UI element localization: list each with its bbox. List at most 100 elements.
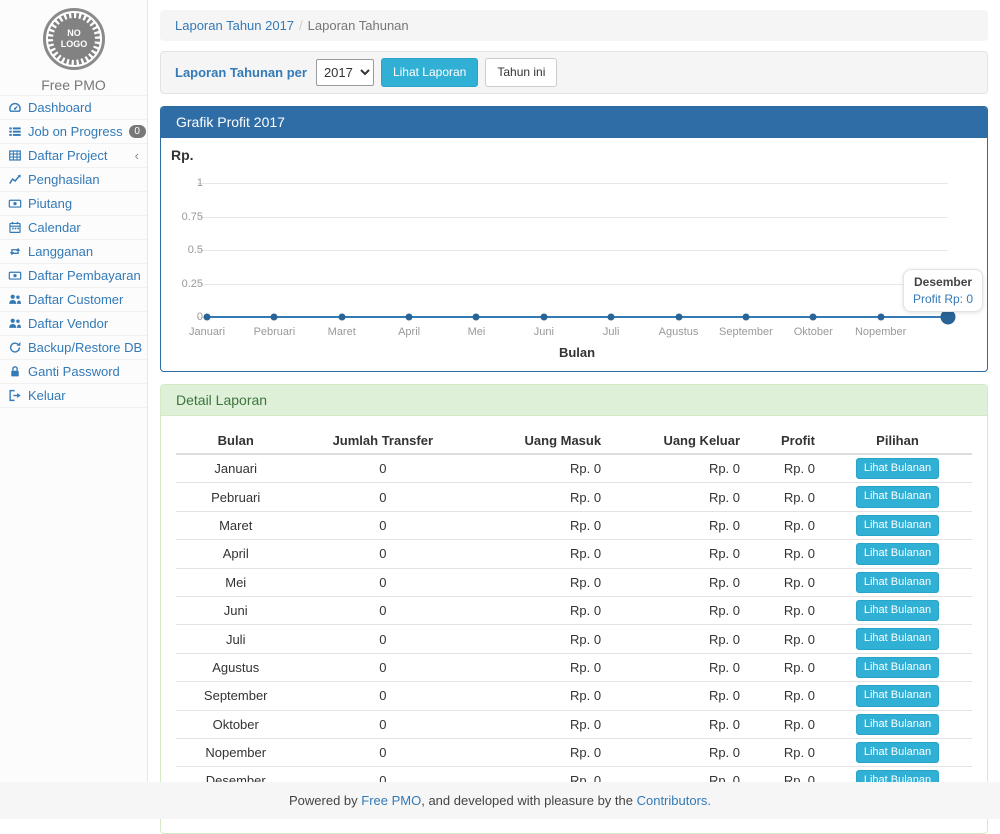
exchange-icon	[8, 245, 22, 258]
table-cell: 0	[295, 483, 470, 511]
table-cell: Rp. 0	[470, 738, 609, 766]
sidebar-item-piutang[interactable]: Piutang	[0, 192, 147, 216]
table-cell: Rp. 0	[748, 653, 823, 681]
sidebar-item-label: Daftar Vendor	[28, 316, 108, 331]
table-cell: Rp. 0	[470, 710, 609, 738]
table-icon	[8, 149, 22, 162]
monthly-report-table: BulanJumlah TransferUang MasukUang Kelua…	[176, 428, 972, 819]
table-header-row: BulanJumlah TransferUang MasukUang Kelua…	[176, 428, 972, 454]
column-header-uang-keluar: Uang Keluar	[609, 428, 748, 454]
chart-point[interactable]	[742, 314, 749, 321]
view-monthly-button[interactable]: Lihat Bulanan	[856, 486, 939, 507]
chart-y-tick-label: 0.75	[171, 211, 203, 223]
sidebar-item-job-on-progress[interactable]: Job on Progress0	[0, 120, 147, 144]
chart-x-tick-label: Nopember	[855, 326, 906, 338]
table-cell: Rp. 0	[470, 511, 609, 539]
sidebar-item-backup-restore-db[interactable]: Backup/Restore DB	[0, 336, 147, 360]
chart-point[interactable]	[608, 314, 615, 321]
table-cell-action: Lihat Bulanan	[823, 483, 972, 511]
chart-point[interactable]	[406, 314, 413, 321]
sidebar: NO LOGO Free PMO DashboardJob on Progres…	[0, 0, 148, 782]
view-monthly-button[interactable]: Lihat Bulanan	[856, 515, 939, 536]
table-row: Nopember0Rp. 0Rp. 0Rp. 0Lihat Bulanan	[176, 738, 972, 766]
footer-text-prefix: Powered by	[289, 793, 361, 808]
table-cell: Rp. 0	[609, 511, 748, 539]
table-cell: 0	[295, 653, 470, 681]
sidebar-item-label: Langganan	[28, 244, 93, 259]
table-cell: Rp. 0	[609, 710, 748, 738]
free-pmo-link[interactable]: Free PMO	[361, 793, 421, 808]
table-cell-action: Lihat Bulanan	[823, 511, 972, 539]
chart-x-tick-label: September	[719, 326, 773, 338]
view-monthly-button[interactable]: Lihat Bulanan	[856, 628, 939, 649]
sidebar-item-calendar[interactable]: Calendar	[0, 216, 147, 240]
table-cell: Pebruari	[176, 483, 295, 511]
view-monthly-button[interactable]: Lihat Bulanan	[856, 458, 939, 479]
sidebar-item-langganan[interactable]: Langganan	[0, 240, 147, 264]
chart-point[interactable]	[675, 314, 682, 321]
view-monthly-button[interactable]: Lihat Bulanan	[856, 714, 939, 735]
table-cell: Rp. 0	[748, 682, 823, 710]
chevron-left-icon: ‹	[135, 148, 139, 163]
list-icon	[8, 125, 22, 138]
sidebar-item-daftar-vendor[interactable]: Daftar Vendor	[0, 312, 147, 336]
sidebar-item-ganti-password[interactable]: Ganti Password	[0, 360, 147, 384]
chart-point[interactable]	[271, 314, 278, 321]
this-year-button[interactable]: Tahun ini	[485, 58, 557, 87]
chart-x-tick-label: April	[398, 326, 420, 338]
view-monthly-button[interactable]: Lihat Bulanan	[856, 543, 939, 564]
chart-point[interactable]	[473, 314, 480, 321]
view-monthly-button[interactable]: Lihat Bulanan	[856, 657, 939, 678]
table-cell: Rp. 0	[748, 511, 823, 539]
svg-text:LOGO: LOGO	[60, 39, 87, 49]
table-cell-action: Lihat Bulanan	[823, 454, 972, 483]
chart-point[interactable]	[540, 314, 547, 321]
detail-report-panel: Detail Laporan BulanJumlah TransferUang …	[160, 384, 988, 834]
table-row: Agustus0Rp. 0Rp. 0Rp. 0Lihat Bulanan	[176, 653, 972, 681]
chart-x-tick-label: Oktober	[794, 326, 833, 338]
chart-y-tick-label: 0.5	[171, 244, 203, 256]
table-cell: Rp. 0	[748, 738, 823, 766]
table-cell: Rp. 0	[609, 682, 748, 710]
chart-tooltip: Desember Profit Rp: 0	[903, 269, 983, 312]
sidebar-item-label: Backup/Restore DB	[28, 340, 142, 355]
brand-name: Free PMO	[0, 77, 147, 93]
chart-tooltip-title: Desember	[913, 275, 973, 289]
logo-area: NO LOGO Free PMO	[0, 0, 147, 95]
chart-point[interactable]	[338, 314, 345, 321]
view-monthly-button[interactable]: Lihat Bulanan	[856, 685, 939, 706]
table-cell-action: Lihat Bulanan	[823, 738, 972, 766]
main-content: Laporan Tahun 2017/Laporan Tahunan Lapor…	[148, 0, 1000, 834]
table-cell: Nopember	[176, 738, 295, 766]
view-report-button[interactable]: Lihat Laporan	[381, 58, 478, 87]
sidebar-item-penghasilan[interactable]: Penghasilan	[0, 168, 147, 192]
profit-chart-panel: Grafik Profit 2017 Rp. Bulan Desember Pr…	[160, 106, 988, 372]
year-select[interactable]: 2017	[316, 59, 374, 86]
view-monthly-button[interactable]: Lihat Bulanan	[856, 572, 939, 593]
table-cell: 0	[295, 454, 470, 483]
chart-y-axis-title: Rp.	[171, 147, 194, 163]
chart-point[interactable]	[877, 314, 884, 321]
table-cell: Rp. 0	[609, 483, 748, 511]
sidebar-item-daftar-customer[interactable]: Daftar Customer	[0, 288, 147, 312]
contributors-link[interactable]: Contributors.	[637, 793, 711, 808]
table-cell: 0	[295, 682, 470, 710]
chart-point[interactable]	[810, 314, 817, 321]
sidebar-item-dashboard[interactable]: Dashboard	[0, 96, 147, 120]
table-cell: 0	[295, 738, 470, 766]
breadcrumb-link-laporan-tahun[interactable]: Laporan Tahun 2017	[175, 18, 294, 33]
sidebar-item-keluar[interactable]: Keluar	[0, 384, 147, 408]
chart-point[interactable]	[204, 314, 211, 321]
sidebar-item-label: Ganti Password	[28, 364, 120, 379]
table-cell: 0	[295, 540, 470, 568]
lock-icon	[8, 365, 22, 378]
view-monthly-button[interactable]: Lihat Bulanan	[856, 600, 939, 621]
table-row: Juni0Rp. 0Rp. 0Rp. 0Lihat Bulanan	[176, 596, 972, 624]
table-cell: 0	[295, 596, 470, 624]
sidebar-item-daftar-pembayaran[interactable]: Daftar Pembayaran	[0, 264, 147, 288]
table-body: Januari0Rp. 0Rp. 0Rp. 0Lihat BulananPebr…	[176, 454, 972, 819]
report-filter-bar: Laporan Tahunan per 2017 Lihat Laporan T…	[160, 51, 988, 94]
view-monthly-button[interactable]: Lihat Bulanan	[856, 742, 939, 763]
sidebar-item-daftar-project[interactable]: Daftar Project‹	[0, 144, 147, 168]
column-header-pilihan: Pilihan	[823, 428, 972, 454]
